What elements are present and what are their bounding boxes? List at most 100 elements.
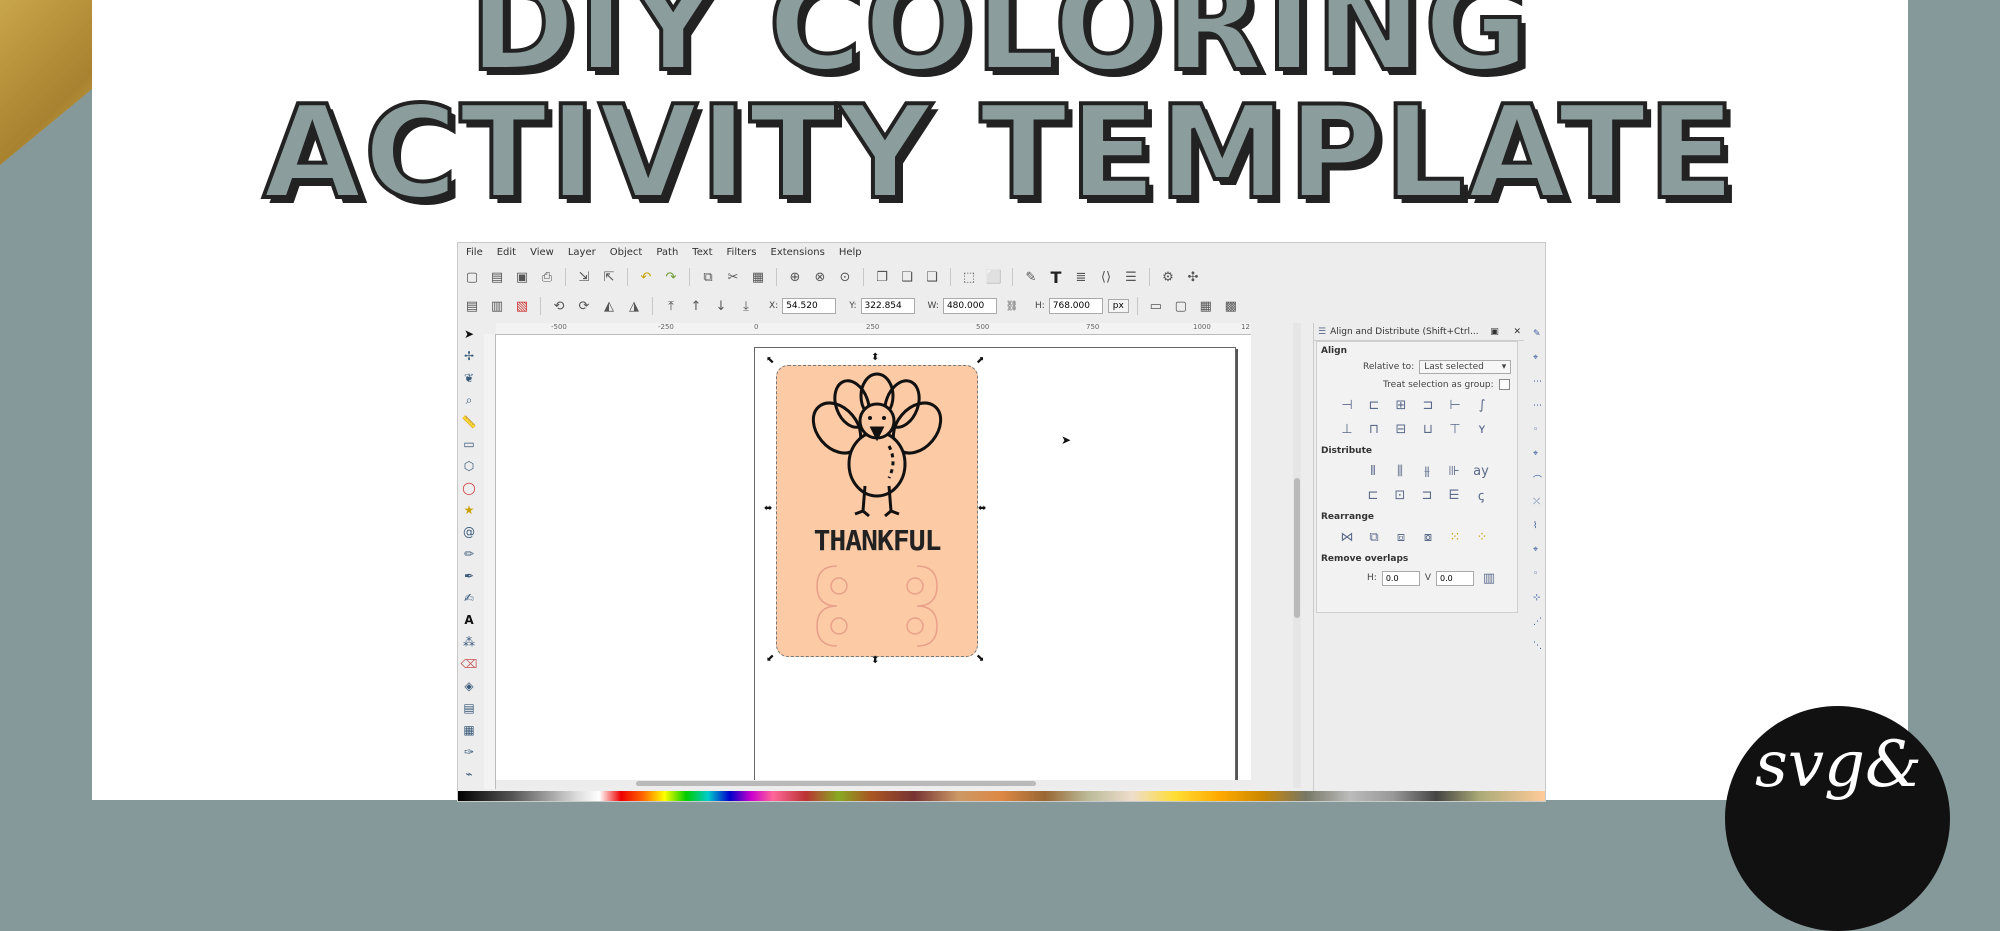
align-top-edge-icon[interactable]: ⊤ bbox=[1445, 420, 1465, 438]
vertical-scrollbar[interactable] bbox=[1293, 323, 1301, 788]
center-horizontal-axis-icon[interactable]: ⊟ bbox=[1391, 420, 1411, 438]
w-input[interactable] bbox=[942, 298, 997, 314]
distribute-center-icon[interactable]: ⫼ bbox=[1390, 462, 1410, 480]
snap-paths-icon[interactable]: ⌒ bbox=[1533, 473, 1543, 486]
align-left-edge-icon[interactable]: ⊢ bbox=[1445, 396, 1465, 414]
bucket-tool-icon[interactable]: ◈ bbox=[461, 678, 477, 694]
scale-handle-s[interactable]: ⬍ bbox=[871, 655, 879, 666]
scale-handle-n[interactable]: ⬍ bbox=[871, 352, 879, 363]
zoom-selection-icon[interactable]: ⊕ bbox=[785, 267, 805, 287]
exchange-clockwise-icon[interactable]: ⧇ bbox=[1418, 528, 1438, 546]
rotate-cw-icon[interactable]: ⟳ bbox=[574, 296, 594, 316]
export-icon[interactable]: ⇱ bbox=[599, 267, 619, 287]
center-vertical-axis-icon[interactable]: ⊞ bbox=[1391, 396, 1411, 414]
print-icon[interactable]: ⎙ bbox=[537, 267, 557, 287]
gradient-tool-icon[interactable]: ▤ bbox=[461, 700, 477, 716]
align-right-edge-icon[interactable]: ⊣ bbox=[1337, 396, 1357, 414]
dock-collapse-icon[interactable]: ▣ bbox=[1487, 327, 1502, 337]
undo-icon[interactable]: ↶ bbox=[636, 267, 656, 287]
treat-group-checkbox[interactable] bbox=[1498, 379, 1510, 390]
menu-layer[interactable]: Layer bbox=[563, 247, 601, 258]
menu-view[interactable]: View bbox=[525, 247, 559, 258]
rectangle-tool-icon[interactable]: ▭ bbox=[461, 436, 477, 452]
menu-text[interactable]: Text bbox=[687, 247, 717, 258]
pen-tool-icon[interactable]: ✒ bbox=[461, 568, 477, 584]
scale-handle-nw[interactable]: ⬉ bbox=[766, 355, 774, 366]
save-icon[interactable]: ▣ bbox=[512, 267, 532, 287]
unclump-icon[interactable]: ⁘ bbox=[1472, 528, 1492, 546]
align-icon[interactable]: ☰ bbox=[1121, 267, 1141, 287]
document-properties-icon[interactable]: ✣ bbox=[1183, 267, 1203, 287]
preferences-icon[interactable]: ⚙ bbox=[1158, 267, 1178, 287]
layers-icon[interactable]: ≣ bbox=[1071, 267, 1091, 287]
coloring-card[interactable]: THANKFUL bbox=[776, 365, 978, 657]
snap-nodes-icon[interactable]: ⌖ bbox=[1533, 449, 1543, 459]
lower-icon[interactable]: ↓ bbox=[711, 296, 731, 316]
distribute-top-icon[interactable]: ⊏ bbox=[1363, 486, 1383, 504]
snap-smooth-icon[interactable]: ⌇ bbox=[1533, 521, 1543, 531]
snap-center-icon[interactable]: ⌖ bbox=[1533, 545, 1543, 555]
overlap-v-input[interactable] bbox=[1435, 570, 1474, 586]
menu-file[interactable]: File bbox=[461, 247, 488, 258]
scale-corners-icon[interactable]: ▢ bbox=[1171, 296, 1191, 316]
deselect-icon[interactable]: ▧ bbox=[512, 296, 532, 316]
drawing-canvas[interactable]: THANKFUL ⬉ ⬍ ⬈ ⬌ ⬌ ⬋ ⬍ ⬊ ➤ bbox=[496, 335, 1251, 781]
remove-overlaps-icon[interactable]: ▥ bbox=[1479, 569, 1499, 587]
ungroup-icon[interactable]: ⬜ bbox=[984, 267, 1004, 287]
snap-toggle-icon[interactable]: ✎ bbox=[1533, 329, 1543, 339]
selector-tool-icon[interactable]: ➤ bbox=[461, 326, 477, 342]
star-tool-icon[interactable]: ★ bbox=[461, 502, 477, 518]
snap-guide-icon[interactable]: ⋱ bbox=[1533, 641, 1543, 651]
paste-icon[interactable]: ▦ bbox=[748, 267, 768, 287]
scale-handle-w[interactable]: ⬌ bbox=[764, 503, 772, 514]
exchange-order-icon[interactable]: ⧉ bbox=[1364, 528, 1384, 546]
redo-icon[interactable]: ↷ bbox=[661, 267, 681, 287]
snap-rotation-icon[interactable]: ◦ bbox=[1533, 569, 1543, 579]
node-tool-icon[interactable]: ✢ bbox=[461, 348, 477, 364]
snap-intersections-icon[interactable]: ⤫ bbox=[1533, 497, 1543, 507]
randomize-icon[interactable]: ⁙ bbox=[1445, 528, 1465, 546]
lower-to-bottom-icon[interactable]: ⤓ bbox=[736, 296, 756, 316]
move-patterns-icon[interactable]: ▩ bbox=[1221, 296, 1241, 316]
snap-corners-icon[interactable]: ⋯ bbox=[1533, 401, 1543, 411]
eraser-tool-icon[interactable]: ⌫ bbox=[461, 656, 478, 672]
y-input[interactable] bbox=[860, 298, 915, 314]
import-icon[interactable]: ⇲ bbox=[574, 267, 594, 287]
calligraphy-tool-icon[interactable]: ✍ bbox=[461, 590, 477, 606]
connector-tool-icon[interactable]: ⌁ bbox=[461, 766, 477, 782]
close-icon[interactable]: ✕ bbox=[1510, 327, 1524, 337]
snap-bbox-icon[interactable]: ⌖ bbox=[1533, 353, 1543, 363]
menu-filters[interactable]: Filters bbox=[722, 247, 762, 258]
snap-midpoints-icon[interactable]: ◦ bbox=[1533, 425, 1543, 435]
graph-layout-icon[interactable]: ⋈ bbox=[1337, 528, 1357, 546]
node-editor-icon[interactable]: ✎ bbox=[1021, 267, 1041, 287]
align-left-icon[interactable]: ⊏ bbox=[1364, 396, 1384, 414]
align-baseline-icon[interactable]: ʏ bbox=[1472, 420, 1492, 438]
ellipse-tool-icon[interactable]: ◯ bbox=[461, 480, 477, 496]
dropper-tool-icon[interactable]: ✑ bbox=[461, 744, 477, 760]
align-bottom-edge-icon[interactable]: ⊥ bbox=[1337, 420, 1357, 438]
overlap-h-input[interactable] bbox=[1381, 570, 1420, 586]
scale-handle-ne[interactable]: ⬈ bbox=[976, 355, 984, 366]
distribute-left-icon[interactable]: ⫴ bbox=[1363, 462, 1383, 480]
pencil-tool-icon[interactable]: ✏ bbox=[461, 546, 477, 562]
menu-help[interactable]: Help bbox=[834, 247, 867, 258]
measure-tool-icon[interactable]: 📏 bbox=[461, 414, 477, 430]
scale-handle-e[interactable]: ⬌ bbox=[978, 503, 986, 514]
horizontal-scroll-thumb[interactable] bbox=[636, 781, 1036, 786]
clone-icon[interactable]: ❏ bbox=[897, 267, 917, 287]
open-icon[interactable]: ▤ bbox=[487, 267, 507, 287]
distribute-middle-icon[interactable]: ⊡ bbox=[1390, 486, 1410, 504]
text-tool-icon[interactable]: A bbox=[461, 612, 477, 628]
select-all-layers-icon[interactable]: ▥ bbox=[487, 296, 507, 316]
scale-handle-se[interactable]: ⬊ bbox=[976, 653, 984, 664]
copy-icon[interactable]: ⧉ bbox=[698, 267, 718, 287]
x-input[interactable] bbox=[782, 298, 837, 314]
duplicate-icon[interactable]: ❐ bbox=[872, 267, 892, 287]
menu-path[interactable]: Path bbox=[651, 247, 683, 258]
align-top-icon[interactable]: ⊓ bbox=[1364, 420, 1384, 438]
snap-page-icon[interactable]: ⊹ bbox=[1533, 593, 1543, 603]
align-bottom-icon[interactable]: ⊔ bbox=[1418, 420, 1438, 438]
relative-to-select[interactable]: Last selected ▾ bbox=[1419, 360, 1512, 374]
distribute-vgaps-icon[interactable]: ⋿ bbox=[1444, 486, 1464, 504]
